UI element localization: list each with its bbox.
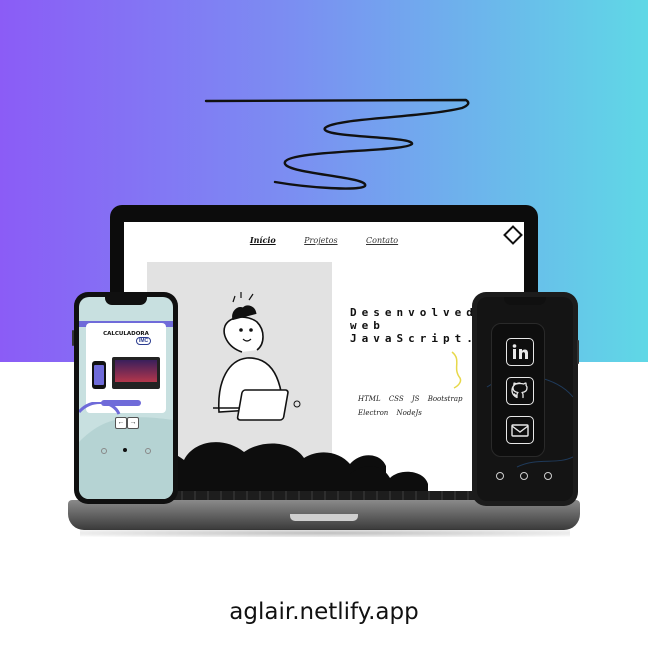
hero-title-line-3: JavaScript. bbox=[350, 332, 478, 345]
linkedin-button[interactable] bbox=[506, 338, 534, 366]
page-dot-1[interactable] bbox=[496, 472, 504, 480]
laptop-notch bbox=[290, 514, 358, 521]
dark-blob-decoration bbox=[124, 442, 428, 492]
github-icon bbox=[511, 382, 528, 399]
phone-left-screen: CALCULADORA IMC ← → bbox=[79, 297, 173, 499]
laptop-screen: Início Projetos Contato Desenvolved web … bbox=[124, 222, 524, 492]
site-nav: Início Projetos Contato bbox=[124, 230, 524, 250]
social-links-card bbox=[491, 323, 545, 457]
phone-left-notch bbox=[105, 297, 147, 305]
nav-link-contato[interactable]: Contato bbox=[366, 236, 398, 245]
nav-link-projetos[interactable]: Projetos bbox=[304, 236, 337, 245]
project-badge: IMC bbox=[136, 337, 152, 345]
site-url[interactable]: aglair.netlify.app bbox=[0, 599, 648, 625]
linkedin-icon bbox=[512, 344, 528, 359]
project-phone-mockup bbox=[92, 361, 106, 389]
carousel-dot-1[interactable] bbox=[101, 448, 107, 454]
carousel-dot-2[interactable] bbox=[123, 448, 127, 452]
page-dot-3[interactable] bbox=[544, 472, 552, 480]
hero-title-line-1: Desenvolved bbox=[350, 306, 478, 319]
nav-link-inicio[interactable]: Início bbox=[250, 235, 276, 245]
next-arrow-button[interactable]: → bbox=[127, 417, 139, 429]
phone-right-side-button bbox=[577, 340, 579, 364]
page-dot-2[interactable] bbox=[520, 472, 528, 480]
mail-button[interactable] bbox=[506, 416, 534, 444]
prev-arrow-button[interactable]: ← bbox=[115, 417, 127, 429]
laptop-shadow bbox=[80, 529, 570, 537]
carousel-dot-3[interactable] bbox=[145, 448, 151, 454]
github-button[interactable] bbox=[506, 377, 534, 405]
phone-right-screen bbox=[477, 297, 573, 501]
mail-icon bbox=[511, 424, 529, 437]
phone-right-notch bbox=[504, 297, 546, 305]
project-title: CALCULADORA bbox=[103, 331, 149, 337]
hero-title-line-2: web bbox=[350, 319, 385, 332]
project-desktop-mockup bbox=[112, 357, 160, 389]
phone-left-side-button bbox=[72, 330, 74, 346]
scribble-decoration bbox=[204, 98, 470, 190]
highlight-squiggle bbox=[451, 351, 462, 389]
project-card[interactable]: CALCULADORA IMC bbox=[86, 323, 166, 413]
